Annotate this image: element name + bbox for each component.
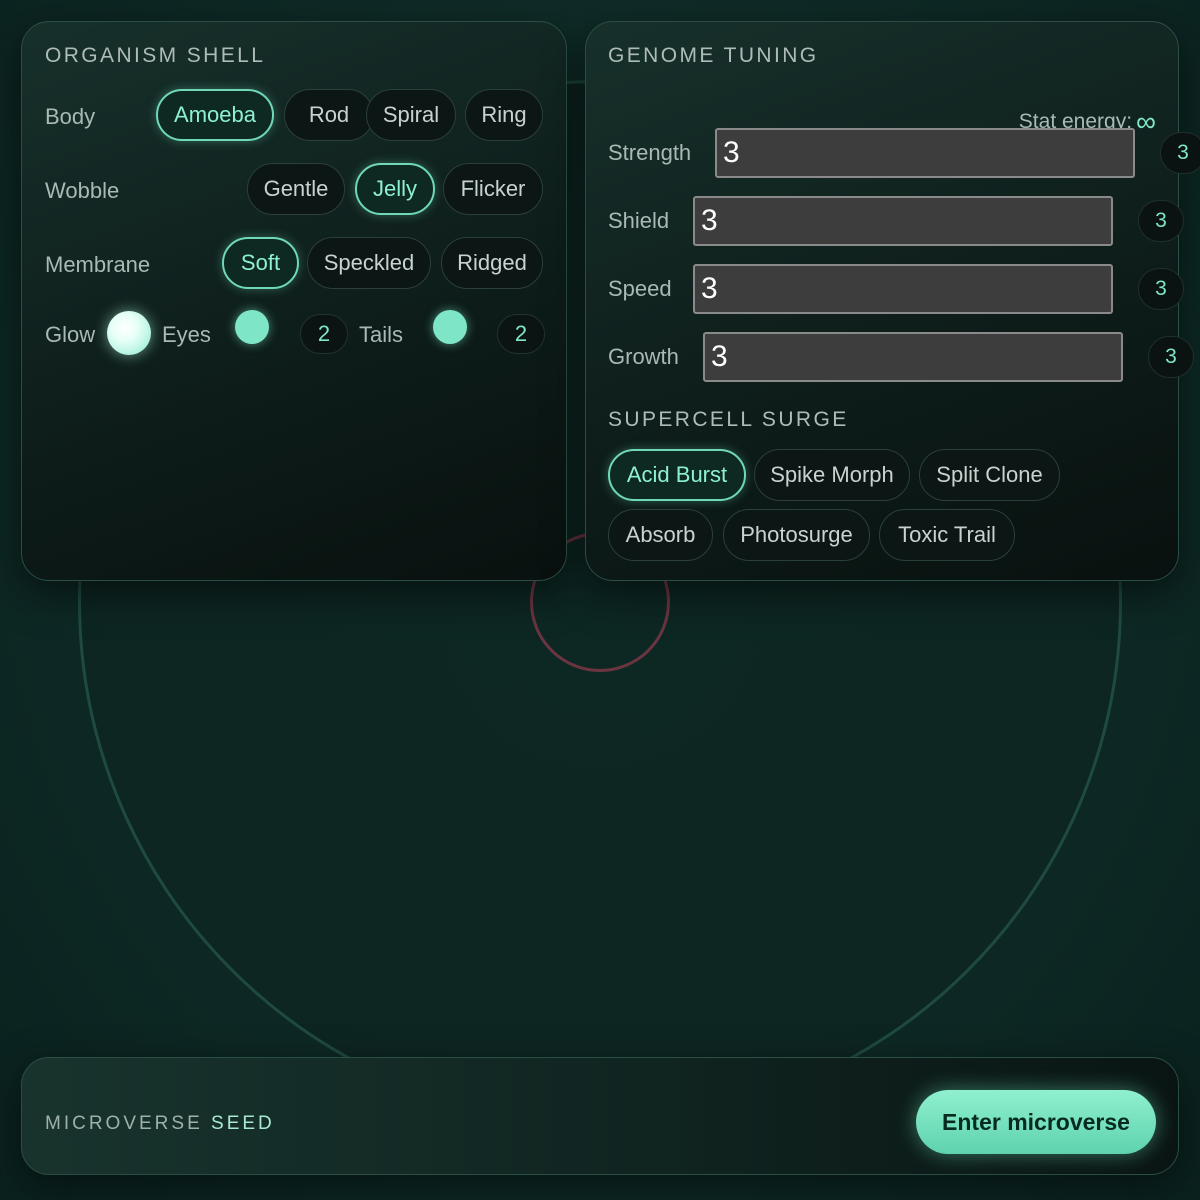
- shield-input[interactable]: [693, 196, 1113, 246]
- surge-option-absorb[interactable]: Absorb: [608, 509, 713, 561]
- genome-tuning-title: GENOME TUNING: [608, 44, 819, 67]
- wobble-option-gentle[interactable]: Gentle: [247, 163, 345, 215]
- growth-badge: 3: [1148, 336, 1194, 378]
- membrane-option-soft[interactable]: Soft: [222, 237, 299, 289]
- genome-tuning-panel: GENOME TUNING Stat energy:∞ Strength 3 S…: [585, 21, 1200, 581]
- body-option-amoeba[interactable]: Amoeba: [156, 89, 274, 141]
- glow-label: Glow: [45, 322, 96, 347]
- speed-input[interactable]: [693, 264, 1113, 314]
- tails-count: 2: [497, 314, 545, 354]
- body-option-ring[interactable]: Ring: [465, 89, 543, 141]
- microverse-seed-bar: MICROVERSE SEED Enter microverse: [21, 1057, 1179, 1175]
- glow-orb-toggle[interactable]: [107, 311, 151, 355]
- wobble-option-flicker[interactable]: Flicker: [443, 163, 543, 215]
- tails-label: Tails: [359, 322, 404, 347]
- surge-option-toxic-trail[interactable]: Toxic Trail: [879, 509, 1015, 561]
- surge-option-acid-burst[interactable]: Acid Burst: [608, 449, 746, 501]
- growth-input[interactable]: [703, 332, 1123, 382]
- stat-label-strength: Strength: [608, 140, 692, 165]
- tails-slider-knob[interactable]: [433, 310, 467, 344]
- body-option-rod[interactable]: Rod: [284, 89, 374, 141]
- speed-badge: 3: [1138, 268, 1184, 310]
- organism-shell-panel: ORGANISM SHELL Body Amoeba Rod Spiral Ri…: [21, 21, 567, 581]
- surge-option-photosurge[interactable]: Photosurge: [723, 509, 870, 561]
- microverse-seed-label: MICROVERSE SEED: [45, 1113, 275, 1135]
- stat-label-growth: Growth: [608, 344, 679, 369]
- seed-label-word: SEED: [211, 1113, 275, 1134]
- membrane-option-speckled[interactable]: Speckled: [307, 237, 431, 289]
- enter-microverse-button[interactable]: Enter microverse: [916, 1090, 1156, 1154]
- strength-input[interactable]: [715, 128, 1135, 178]
- shield-badge: 3: [1138, 200, 1184, 242]
- stat-label-shield: Shield: [608, 208, 670, 233]
- infinity-icon: ∞: [1136, 106, 1156, 137]
- supercell-surge-title: SUPERCELL SURGE: [608, 408, 849, 431]
- eyes-count: 2: [300, 314, 348, 354]
- membrane-option-ridged[interactable]: Ridged: [441, 237, 543, 289]
- surge-option-split-clone[interactable]: Split Clone: [919, 449, 1060, 501]
- strength-badge: 3: [1160, 132, 1200, 174]
- membrane-label: Membrane: [45, 252, 151, 277]
- surge-option-spike-morph[interactable]: Spike Morph: [754, 449, 910, 501]
- seed-label-prefix: MICROVERSE: [45, 1113, 203, 1134]
- wobble-label: Wobble: [45, 178, 120, 203]
- body-label: Body: [45, 104, 96, 129]
- wobble-option-jelly[interactable]: Jelly: [355, 163, 435, 215]
- organism-shell-title: ORGANISM SHELL: [45, 44, 266, 67]
- stat-label-speed: Speed: [608, 276, 672, 301]
- eyes-label: Eyes: [162, 322, 211, 347]
- eyes-slider-knob[interactable]: [235, 310, 269, 344]
- body-option-spiral[interactable]: Spiral: [366, 89, 456, 141]
